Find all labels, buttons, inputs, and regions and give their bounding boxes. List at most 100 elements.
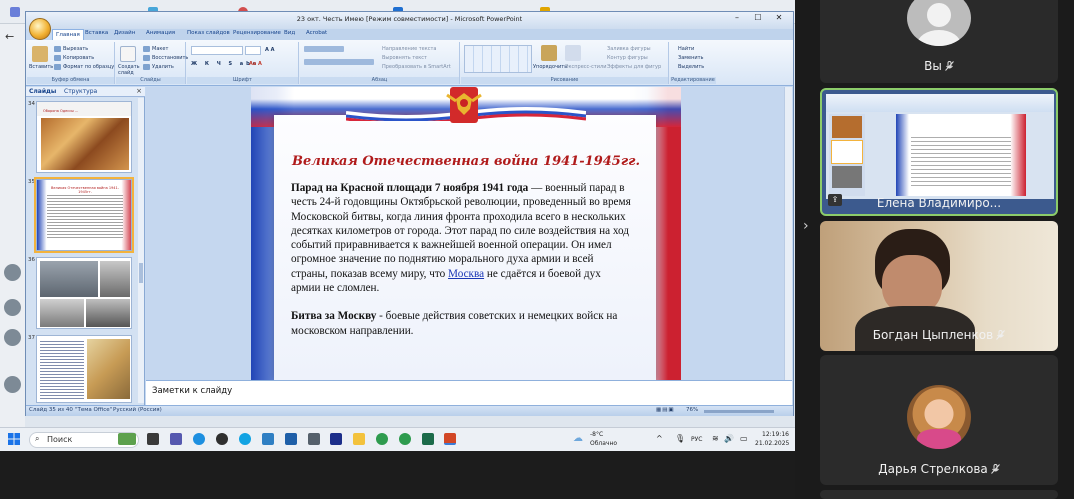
participant-name: Богдан Цыпленков <box>820 328 1058 342</box>
slide-thumbnail[interactable] <box>36 335 132 403</box>
tab-outline[interactable]: Структура <box>64 88 97 95</box>
tab-insert[interactable]: Вставка <box>85 30 108 36</box>
notes-pane[interactable]: Заметки к слайду <box>146 380 792 405</box>
edge-icon[interactable] <box>193 433 205 445</box>
view-buttons[interactable]: ▦▤▣ <box>656 407 675 413</box>
app-icon[interactable] <box>422 433 434 445</box>
slide-scrollbar[interactable] <box>784 87 792 380</box>
reset-button[interactable]: Восстановить <box>152 55 188 61</box>
tab-review[interactable]: Рецензирование <box>233 30 281 36</box>
clipboard-group: Вставить Вырезать Копировать Формат по о… <box>27 42 115 84</box>
thumb-photo <box>100 261 130 297</box>
participant-tile[interactable]: Дарья Стрелкова <box>820 355 1058 485</box>
task-view-icon[interactable] <box>147 433 159 445</box>
replace-button[interactable]: Заменить <box>678 55 704 61</box>
arrange-button[interactable]: Упорядочить <box>533 64 567 70</box>
cut-button[interactable]: Вырезать <box>63 46 88 52</box>
weather-desc[interactable]: Облачно <box>590 440 617 447</box>
clock-date[interactable]: 21.02.2025 <box>755 440 789 447</box>
layout-button[interactable]: Макет <box>152 46 168 52</box>
photos-icon[interactable] <box>262 433 274 445</box>
teams-icon[interactable] <box>170 433 182 445</box>
powerpoint-taskbar-icon[interactable] <box>444 433 456 445</box>
zoom-slider[interactable] <box>704 410 774 413</box>
mic-off-icon <box>996 330 1006 340</box>
slide-thumbnail-selected[interactable]: Великая Отечественная война 1941-1945гг. <box>34 177 134 253</box>
tab-slideshow[interactable]: Показ слайдов <box>187 30 230 36</box>
tab-acrobat[interactable]: Acrobat <box>306 30 327 36</box>
tab-slides[interactable]: Слайды <box>29 88 56 95</box>
grow-font-button[interactable]: A A <box>265 47 274 53</box>
align-text-button[interactable]: Выровнять текст <box>382 55 427 61</box>
office-button-icon[interactable] <box>29 18 51 40</box>
align-icons[interactable] <box>304 59 374 65</box>
app-icon[interactable] <box>308 433 320 445</box>
shapes-gallery[interactable] <box>464 45 532 73</box>
copy-button[interactable]: Копировать <box>63 55 94 61</box>
back-arrow-icon[interactable]: ← <box>5 30 14 43</box>
quick-styles-icon[interactable] <box>565 45 581 61</box>
chrome-icon[interactable] <box>376 433 388 445</box>
new-slide-icon[interactable] <box>120 46 136 62</box>
format-painter-button[interactable]: Формат по образцу <box>63 64 114 70</box>
chrome-icon[interactable] <box>399 433 411 445</box>
weather-temp[interactable]: -8°C <box>590 431 603 438</box>
pane-scrollbar[interactable] <box>138 98 144 403</box>
quick-styles-button[interactable]: Экспресс-стили <box>565 64 606 70</box>
participant-name-text: Вы <box>924 59 942 73</box>
shape-effects-button[interactable]: Эффекты для фигур <box>607 64 661 70</box>
windows-start-icon[interactable] <box>8 433 20 445</box>
slide-thumbnail[interactable] <box>36 257 132 329</box>
tab-favicon[interactable] <box>10 7 20 17</box>
slide[interactable]: Великая Отечественная война 1941-1945гг.… <box>251 87 681 380</box>
list-icons[interactable] <box>304 46 344 52</box>
tab-design[interactable]: Дизайн <box>114 30 135 36</box>
delete-button[interactable]: Удалить <box>152 64 174 70</box>
file-explorer-icon[interactable] <box>353 433 365 445</box>
language: Русский (Россия) <box>113 407 162 413</box>
participant-tile[interactable] <box>820 490 1058 499</box>
arrange-icon[interactable] <box>541 45 557 61</box>
participant-tile-presenter[interactable]: ⇪ Елена Владимиро... <box>820 88 1058 216</box>
microphone-icon[interactable]: 🎙 <box>675 434 685 443</box>
font-name-select[interactable] <box>191 46 243 55</box>
app-icon[interactable] <box>216 433 228 445</box>
slide-number: 36 <box>28 257 35 263</box>
maximize-icon[interactable]: ☐ <box>748 13 768 22</box>
browser-left-strip: ← <box>0 24 25 451</box>
select-button[interactable]: Выделить <box>678 64 704 70</box>
minimize-icon[interactable]: – <box>727 13 747 22</box>
font-color-button[interactable]: Aa A <box>249 61 262 67</box>
clock-time[interactable]: 12:19:16 <box>762 431 789 438</box>
store-icon[interactable] <box>285 433 297 445</box>
shape-outline-button[interactable]: Контур фигуры <box>607 55 648 61</box>
participant-tile-self[interactable]: Вы <box>820 0 1058 83</box>
widget-icon[interactable] <box>118 433 136 445</box>
new-slide-button[interactable]: Создать слайд <box>118 64 142 76</box>
paste-icon[interactable] <box>32 46 48 62</box>
input-language[interactable]: РУС <box>691 436 702 443</box>
chevron-right-icon[interactable]: › <box>803 218 809 234</box>
moscow-link[interactable]: Москва <box>448 268 484 280</box>
tab-home[interactable]: Главная <box>52 29 84 40</box>
app-icon[interactable] <box>330 433 342 445</box>
wifi-icon[interactable]: ≋ <box>712 434 719 443</box>
battery-icon[interactable]: ▭ <box>740 434 748 443</box>
smartart-button[interactable]: Преобразовать в SmartArt <box>382 64 451 70</box>
skype-icon[interactable] <box>239 433 251 445</box>
font-size-select[interactable] <box>245 46 261 55</box>
close-icon[interactable]: ✕ <box>769 13 789 22</box>
tab-view[interactable]: Вид <box>284 30 295 36</box>
shape-fill-button[interactable]: Заливка фигуры <box>607 46 651 52</box>
chevron-up-icon[interactable]: ^ <box>656 434 663 443</box>
close-icon[interactable]: × <box>136 87 142 95</box>
text-direction-button[interactable]: Направление текста <box>382 46 436 52</box>
speaker-icon[interactable]: 🔊 <box>724 434 734 443</box>
slide-thumbnail[interactable]: Оборона Одессы ... <box>36 101 132 173</box>
find-button[interactable]: Найти <box>678 46 694 52</box>
thumb-photo <box>40 299 84 327</box>
tab-animation[interactable]: Анимация <box>146 30 175 36</box>
paste-button[interactable]: Вставить <box>29 64 53 70</box>
mic-off-icon <box>944 61 954 71</box>
participant-tile[interactable]: Богдан Цыпленков <box>820 221 1058 351</box>
